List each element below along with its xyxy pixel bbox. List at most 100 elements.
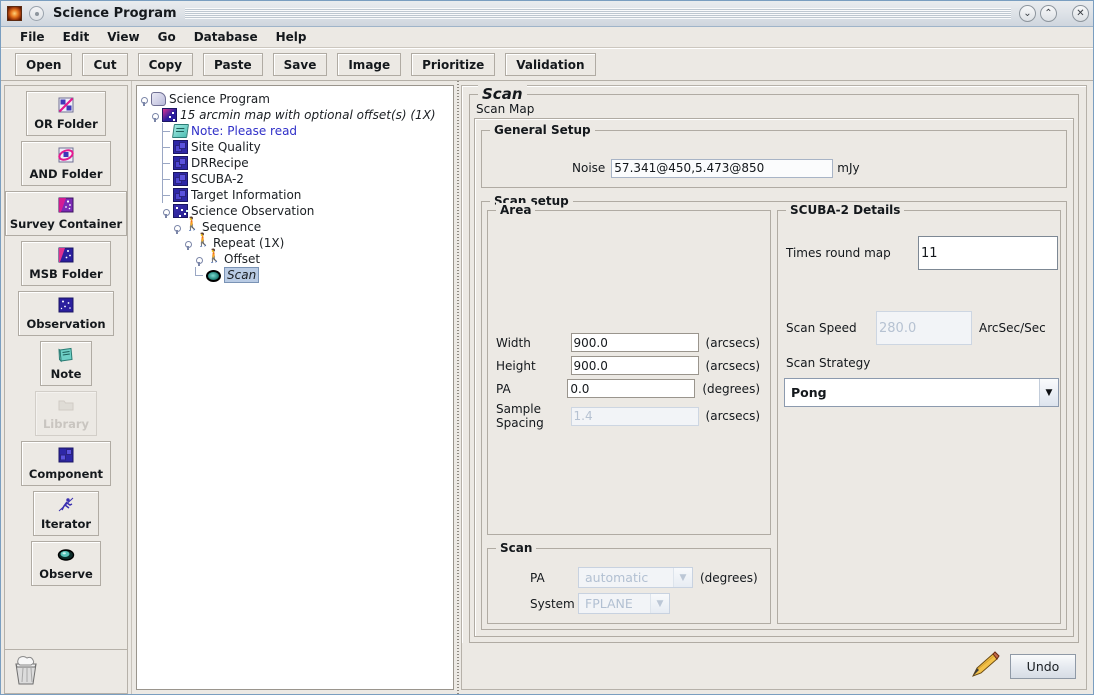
scan-pa-value: automatic	[579, 568, 673, 587]
tree-node-offset[interactable]: Offset	[140, 249, 453, 267]
palette-item-iterator[interactable]: Iterator	[32, 491, 100, 536]
scan-speed-input	[876, 311, 972, 345]
iterator-icon	[206, 249, 222, 266]
tree-node-site-quality[interactable]: Site Quality	[140, 139, 453, 155]
width-input[interactable]	[570, 333, 699, 352]
page-title: Scan	[478, 85, 527, 103]
scan-pa-label: PA	[530, 570, 545, 585]
tree-node-sequence[interactable]: Sequence	[140, 217, 453, 235]
minimize-button[interactable]: ⌄	[1019, 5, 1036, 22]
expander-icon[interactable]	[173, 222, 184, 234]
tree-node-label: Site Quality	[191, 140, 261, 154]
menu-view[interactable]: View	[98, 29, 148, 45]
validation-button[interactable]: Validation	[505, 53, 596, 76]
tree-node-repeat[interactable]: Repeat (1X)	[140, 233, 453, 251]
iterator-icon	[56, 496, 76, 514]
menu-help[interactable]: Help	[267, 29, 316, 45]
palette-item-or-folder[interactable]: OR Folder	[26, 91, 106, 136]
height-input[interactable]	[570, 356, 699, 375]
paste-button[interactable]: Paste	[203, 53, 263, 76]
sample-spacing-row: Sample Spacing (arcsecs)	[496, 402, 760, 430]
palette-item-survey-container[interactable]: Survey Container	[5, 191, 127, 236]
scan-speed-label: Scan Speed	[786, 321, 857, 335]
pa-label: PA	[496, 381, 511, 396]
palette-item-msb-folder[interactable]: MSB Folder	[21, 241, 111, 286]
scan-system-combo: FPLANE ▼	[578, 593, 670, 614]
expander-icon[interactable]	[195, 254, 206, 266]
scan-strategy-value: Pong	[785, 379, 1039, 406]
observation-icon	[173, 204, 188, 218]
expander-icon[interactable]	[140, 94, 151, 106]
scan-editor: Scan Scan Map General Setup Noise mJy	[461, 85, 1087, 690]
tree-node-drrecipe[interactable]: DRRecipe	[140, 155, 453, 171]
noise-input[interactable]	[611, 158, 834, 178]
palette-label: Library	[42, 417, 90, 431]
palette-label: Survey Container	[9, 217, 123, 231]
window-controls: ⌄ ⌃ ✕	[1019, 5, 1089, 22]
menu-database[interactable]: Database	[185, 29, 267, 45]
scan-card: General Setup Noise mJy Scan setup	[474, 118, 1074, 637]
cut-button[interactable]: Cut	[82, 53, 128, 76]
area-title: Area	[496, 203, 536, 217]
tree-node-label: Science Observation	[191, 204, 315, 218]
tree-node-label: Target Information	[191, 188, 302, 202]
palette-item-observe[interactable]: Observe	[31, 541, 101, 586]
palette-label: Component	[28, 467, 104, 481]
close-button[interactable]: ✕	[1072, 5, 1089, 22]
chevron-down-icon: ▼	[650, 594, 669, 613]
area-group: Area Width (arcsecs) Height	[487, 203, 771, 535]
program-tree[interactable]: Science Program 15 arcmin map with optio…	[136, 85, 454, 690]
tree-node-target-information[interactable]: Target Information	[140, 187, 453, 203]
tree-node-science-program[interactable]: Science Program	[140, 91, 453, 107]
palette-item-observation[interactable]: Observation	[18, 291, 114, 336]
expander-icon[interactable]	[184, 238, 195, 250]
palette-label: MSB Folder	[29, 267, 103, 281]
scan-group: Scan Scan Map General Setup Noise mJy	[469, 85, 1079, 643]
noise-unit: mJy	[837, 161, 860, 175]
program-tree-container: Science Program 15 arcmin map with optio…	[132, 81, 454, 694]
pa-unit: (degrees)	[702, 381, 760, 396]
component-icon	[56, 446, 76, 464]
tree-node-scan[interactable]: Scan	[140, 267, 453, 283]
noise-label: Noise	[572, 161, 606, 175]
sample-spacing-label: Sample Spacing	[496, 402, 544, 430]
panel-splitter[interactable]	[454, 81, 461, 694]
scan-map-label: Scan Map	[476, 102, 535, 116]
scan-strategy-label: Scan Strategy	[786, 356, 871, 370]
palette-item-note[interactable]: Note	[40, 341, 92, 386]
tree-node-msb[interactable]: 15 arcmin map with optional offset(s) (1…	[140, 107, 453, 123]
undo-button[interactable]: Undo	[1010, 653, 1076, 679]
tree-node-label: Repeat (1X)	[213, 236, 285, 250]
scan-setup-group: Scan setup Area Width (ar	[481, 194, 1067, 630]
menu-file[interactable]: File	[11, 29, 54, 45]
title-bar: Science Program ⌄ ⌃ ✕	[1, 1, 1093, 27]
tree-node-scuba2[interactable]: SCUBA-2	[140, 171, 453, 187]
expander-icon[interactable]	[162, 206, 173, 218]
menu-go[interactable]: Go	[149, 29, 185, 45]
or-folder-icon	[56, 96, 76, 114]
open-button[interactable]: Open	[15, 53, 73, 76]
sample-spacing-input	[570, 406, 699, 426]
menu-edit[interactable]: Edit	[54, 29, 99, 45]
tree-connector	[162, 139, 173, 155]
trash-drop-target[interactable]	[4, 650, 128, 694]
maximize-button[interactable]: ⌃	[1040, 5, 1057, 22]
tree-node-note[interactable]: Note: Please read	[140, 123, 453, 139]
times-round-map-input[interactable]	[918, 236, 1058, 270]
save-button[interactable]: Save	[272, 53, 328, 76]
palette-item-component[interactable]: Component	[20, 441, 112, 486]
palette-label: Iterator	[40, 517, 92, 531]
pa-input[interactable]	[567, 379, 696, 398]
image-button[interactable]: Image	[337, 53, 402, 76]
trash-bin-icon	[11, 654, 41, 689]
prioritize-button[interactable]: Prioritize	[411, 53, 496, 76]
copy-button[interactable]: Copy	[137, 53, 194, 76]
times-round-map-label: Times round map	[786, 246, 891, 260]
window-menu-icon[interactable]	[29, 6, 44, 21]
tree-node-label: Sequence	[202, 220, 262, 234]
scan-strategy-combo[interactable]: Pong ▼	[784, 378, 1059, 407]
palette-item-and-folder[interactable]: AND Folder	[21, 141, 111, 186]
tree-node-label: 15 arcmin map with optional offset(s) (1…	[180, 108, 436, 122]
expander-icon[interactable]	[151, 110, 162, 122]
tree-node-label: SCUBA-2	[191, 172, 244, 186]
